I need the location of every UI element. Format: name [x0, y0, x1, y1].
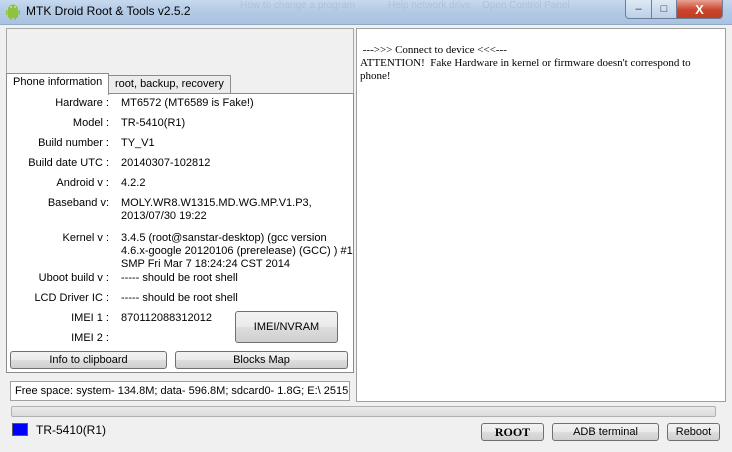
window-title: MTK Droid Root & Tools v2.5.2	[26, 4, 191, 18]
blocks-map-button[interactable]: Blocks Map	[175, 351, 348, 369]
background-window-text: Help network drive	[388, 0, 471, 11]
connection-status-indicator	[12, 423, 28, 436]
build-date-value: 20140307-102812	[121, 157, 211, 169]
device-model-status: TR-5410(R1)	[36, 423, 107, 437]
info-to-clipboard-label: Info to clipboard	[49, 354, 128, 366]
minimize-button[interactable]: –	[625, 0, 652, 19]
reboot-button[interactable]: Reboot	[667, 423, 720, 441]
close-button[interactable]: X	[676, 0, 723, 19]
uboot-label: Uboot build v :	[38, 272, 109, 284]
android-app-icon	[6, 4, 20, 20]
imei-nvram-label: IMEI/NVRAM	[253, 321, 320, 333]
model-label: Model :	[72, 117, 109, 129]
log-line: ATTENTION! Fake Hardware in kernel or fi…	[360, 57, 694, 82]
background-window-text: How to change a program	[240, 0, 356, 11]
imei2-label: IMEI 2 :	[71, 332, 109, 344]
kernel-value-line2: 4.6.x-google 20120106 (prerelease) (GCC)…	[121, 245, 353, 257]
close-icon: X	[695, 1, 704, 17]
tab-label: root, backup, recovery	[115, 78, 224, 90]
hardware-value: MT6572 (MT6589 is Fake!)	[121, 97, 254, 109]
uboot-value: ----- should be root shell	[121, 272, 238, 284]
android-version-value: 4.2.2	[121, 177, 146, 189]
build-number-label: Build number :	[38, 137, 109, 149]
adb-terminal-button[interactable]: ADB terminal	[552, 423, 659, 441]
progress-bar	[11, 406, 716, 417]
tab-phone-information[interactable]: Phone information	[6, 73, 110, 95]
build-number-value: TY_V1	[121, 137, 155, 149]
kernel-label: Kernel v :	[62, 232, 109, 244]
maximize-button[interactable]: □	[651, 0, 677, 19]
tab-label: Phone information	[13, 76, 103, 88]
maximize-icon: □	[660, 3, 668, 15]
adb-terminal-label: ADB terminal	[573, 426, 638, 438]
build-date-label: Build date UTC :	[28, 157, 109, 169]
root-button[interactable]: ROOT	[481, 423, 544, 441]
hardware-label: Hardware :	[55, 97, 109, 109]
baseband-value-line2: 2013/07/30 19:22	[121, 210, 207, 222]
blocks-map-label: Blocks Map	[233, 354, 290, 366]
imei-nvram-button[interactable]: IMEI/NVRAM	[235, 311, 338, 343]
kernel-value-line1: 3.4.5 (root@sanstar-desktop) (gcc versio…	[121, 232, 327, 244]
tab-root-backup-recovery[interactable]: root, backup, recovery	[108, 75, 231, 95]
android-version-label: Android v :	[56, 177, 109, 189]
title-bar[interactable]: MTK Droid Root & Tools v2.5.2 How to cha…	[0, 0, 732, 25]
lcd-driver-value: ----- should be root shell	[121, 292, 238, 304]
free-space-field: Free space: system- 134.8M; data- 596.8M…	[10, 381, 350, 401]
log-line: --->>> Connect to device <<<---	[360, 44, 507, 56]
reboot-label: Reboot	[675, 426, 712, 438]
minimize-icon: –	[635, 3, 642, 15]
imei1-label: IMEI 1 :	[71, 312, 109, 324]
imei1-value: 870112088312012	[121, 312, 212, 324]
background-window-text: Open Control Panel	[482, 0, 570, 11]
root-label: ROOT	[494, 424, 531, 439]
kernel-value-line3: SMP Fri Mar 7 18:24:24 CST 2014	[121, 258, 290, 270]
lcd-driver-label: LCD Driver IC :	[34, 292, 109, 304]
baseband-label: Baseband v:	[47, 197, 109, 209]
baseband-value-line1: MOLY.WR8.W1315.MD.WG.MP.V1.P3,	[121, 197, 312, 209]
log-output[interactable]: --->>> Connect to device <<<--- ATTENTIO…	[356, 28, 726, 402]
model-value: TR-5410(R1)	[121, 117, 186, 129]
free-space-text: Free space: system- 134.8M; data- 596.8M…	[15, 385, 350, 397]
info-to-clipboard-button[interactable]: Info to clipboard	[10, 351, 167, 369]
